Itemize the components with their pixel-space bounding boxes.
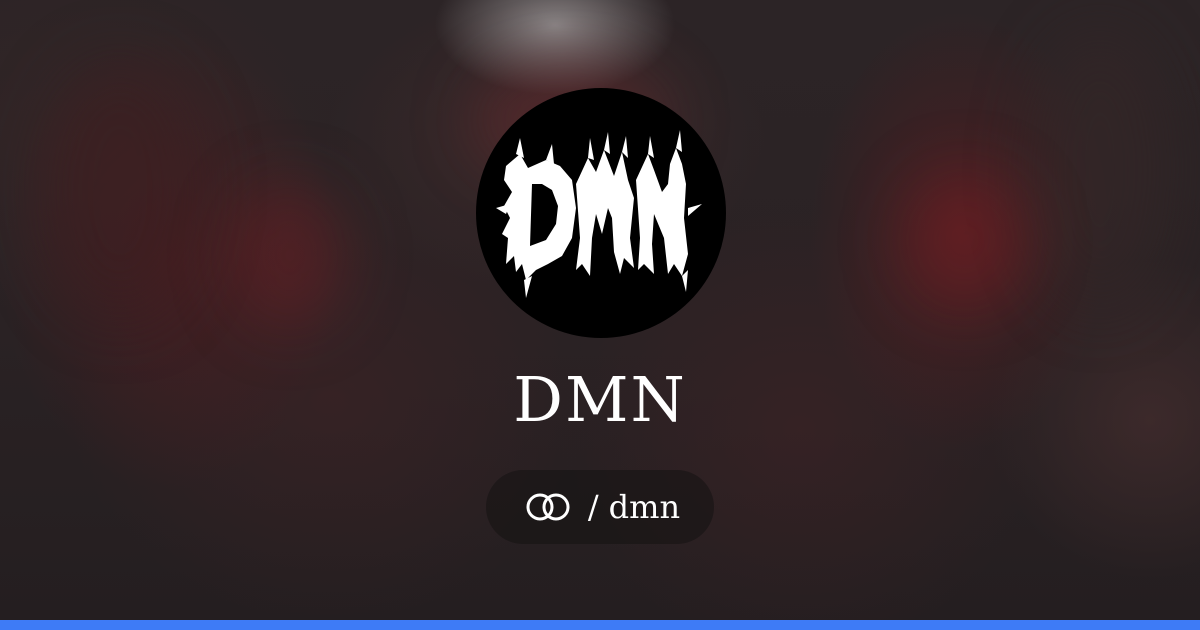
background-blur-shape [230, 180, 350, 330]
background-blur-shape [1030, 30, 1170, 310]
background-blur-shape [900, 170, 1030, 310]
profile-name: DMN [513, 363, 687, 436]
profile-avatar [476, 88, 726, 338]
dmn-metal-logo [496, 130, 702, 298]
background-blur-shape [40, 60, 200, 320]
handle-separator: / [587, 488, 599, 526]
profile-handle: dmn [608, 488, 681, 526]
link-rings-icon [526, 493, 570, 521]
profile-handle-link[interactable]: / dmn [486, 470, 714, 544]
bottom-accent-bar [0, 620, 1200, 630]
